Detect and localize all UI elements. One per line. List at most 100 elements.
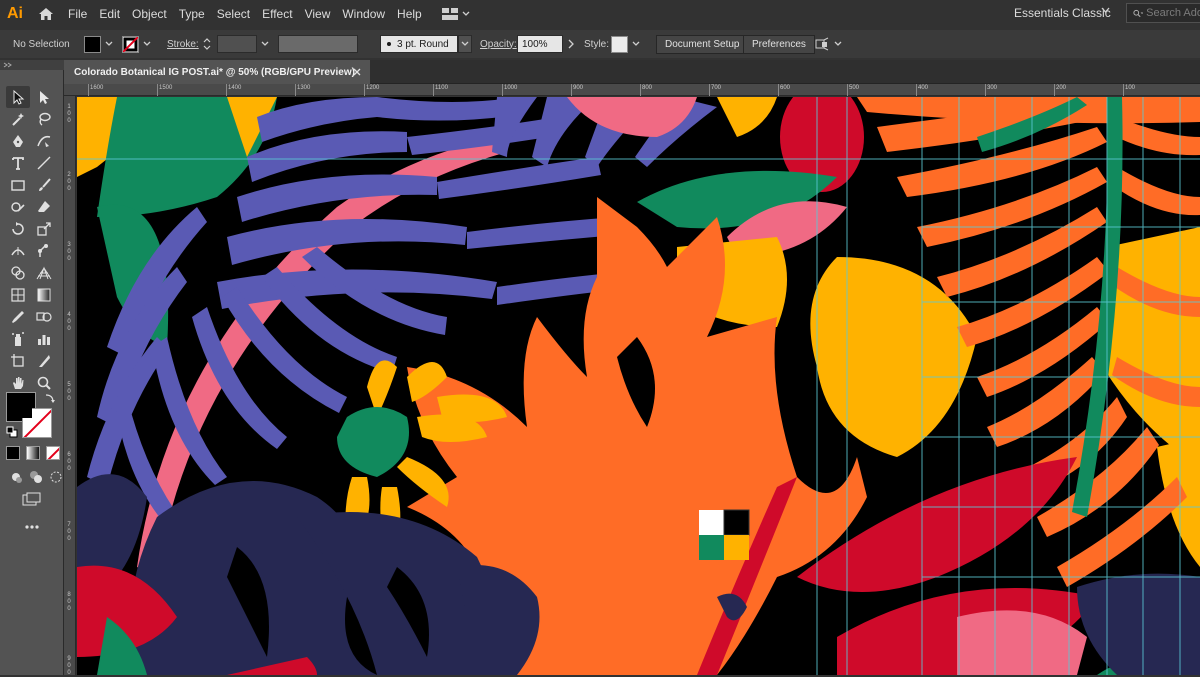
- rectangle-tool-icon[interactable]: [6, 174, 30, 196]
- ruler-label: 2 0 0: [67, 172, 71, 192]
- horizontal-ruler[interactable]: 1600 1500 1400 1300 1200 1100 1000 900 8…: [64, 84, 1200, 96]
- variable-width-input[interactable]: [278, 35, 358, 53]
- tools-grip[interactable]: [0, 60, 64, 70]
- graphic-style-control[interactable]: [611, 30, 640, 58]
- workspace-switcher[interactable]: Essentials Classic: [1014, 6, 1111, 20]
- document-tab-title: Colorado Botanical IG POST.ai* @ 50% (RG…: [74, 66, 355, 78]
- chevron-down-icon: [834, 41, 842, 46]
- opacity-label[interactable]: Opacity:: [480, 30, 517, 58]
- menu-edit[interactable]: Edit: [93, 0, 126, 28]
- gradient-mode-icon[interactable]: [26, 446, 40, 460]
- ruler-label: 8 0 0: [67, 592, 71, 612]
- menu-select[interactable]: Select: [211, 0, 256, 28]
- menu-file[interactable]: File: [62, 0, 93, 28]
- default-fill-stroke-icon[interactable]: [6, 426, 18, 441]
- menu-window[interactable]: Window: [336, 0, 391, 28]
- control-bar: No Selection Stroke: 3 pt. Round Opacity…: [0, 30, 1200, 58]
- ruler-label: 300: [987, 85, 998, 91]
- ruler-label: 4 0 0: [67, 312, 71, 332]
- ruler-label: 6 0 0: [67, 452, 71, 472]
- illustrator-logo: Ai: [7, 5, 23, 22]
- selection-tool-icon[interactable]: [6, 86, 30, 108]
- column-graph-tool-icon[interactable]: [32, 328, 56, 350]
- line-segment-tool-icon[interactable]: [32, 152, 56, 174]
- stroke-weight-field[interactable]: [217, 30, 271, 58]
- ruler-label: 1600: [90, 85, 104, 91]
- botanical-artwork: [77, 97, 1200, 675]
- close-tab-button[interactable]: [350, 65, 364, 79]
- perspective-grid-tool-icon[interactable]: [32, 262, 56, 284]
- puppet-warp-tool-icon[interactable]: [32, 240, 56, 262]
- fill-control[interactable]: [84, 30, 113, 58]
- fill-swatch[interactable]: [84, 35, 101, 53]
- document-setup-button[interactable]: Document Setup: [656, 34, 749, 54]
- menu-object[interactable]: Object: [126, 0, 173, 28]
- curvature-tool-icon[interactable]: [32, 130, 56, 152]
- stroke-weight-stepper[interactable]: [202, 30, 212, 58]
- search-input[interactable]: Search Ado: [1126, 3, 1200, 23]
- ruler-label: 1100: [435, 85, 448, 91]
- pen-tool-icon[interactable]: [6, 130, 30, 152]
- slice-tool-icon[interactable]: [32, 350, 56, 372]
- width-tool-icon[interactable]: [6, 240, 30, 262]
- opacity-input[interactable]: 100%: [517, 35, 563, 53]
- direct-selection-tool-icon[interactable]: [32, 86, 56, 108]
- scale-tool-icon[interactable]: [32, 218, 56, 240]
- ruler-label: 1500: [159, 85, 173, 91]
- ruler-label: 600: [780, 85, 791, 91]
- brush-dropdown[interactable]: [458, 35, 472, 53]
- screen-mode-icon[interactable]: [20, 488, 44, 510]
- blend-tool-icon[interactable]: [32, 306, 56, 328]
- document-tab[interactable]: Colorado Botanical IG POST.ai* @ 50% (RG…: [64, 60, 370, 84]
- transform-icon: [815, 37, 829, 51]
- mesh-tool-icon[interactable]: [6, 284, 30, 306]
- brush-dot-icon: [387, 42, 391, 46]
- vertical-ruler[interactable]: 1 0 0 2 0 0 3 0 0 4 0 0 5 0 0 6 0 0 7 0 …: [64, 96, 76, 676]
- rotate-tool-icon[interactable]: [6, 218, 30, 240]
- ruler-label: 1000: [504, 85, 518, 91]
- symbol-sprayer-tool-icon[interactable]: [6, 328, 30, 350]
- menu-view[interactable]: View: [299, 0, 337, 28]
- ruler-label: 9 0 0: [67, 656, 71, 676]
- none-mode-icon[interactable]: [46, 446, 60, 460]
- close-icon: [353, 68, 361, 76]
- chevron-down-icon: [461, 41, 469, 46]
- menu-bar: Ai File Edit Object Type Select Effect V…: [0, 0, 1200, 28]
- menu-type[interactable]: Type: [173, 0, 211, 28]
- zoom-tool-icon[interactable]: [32, 372, 56, 394]
- preferences-button[interactable]: Preferences: [743, 34, 815, 54]
- edit-toolbar-icon[interactable]: [20, 516, 44, 538]
- ruler-label: 500: [849, 85, 860, 91]
- ruler-label: 400: [918, 85, 929, 91]
- artboard-canvas[interactable]: [77, 97, 1200, 675]
- arrange-options[interactable]: [814, 30, 842, 58]
- opacity-field[interactable]: 100%: [517, 30, 577, 58]
- eraser-tool-icon[interactable]: [32, 196, 56, 218]
- stroke-weight-input[interactable]: [217, 35, 257, 53]
- lasso-tool-icon[interactable]: [32, 108, 56, 130]
- swap-fill-stroke-icon[interactable]: [44, 392, 56, 407]
- magic-wand-tool-icon[interactable]: [6, 108, 30, 130]
- ruler-label: 1 0 0: [67, 104, 71, 124]
- stroke-label[interactable]: Stroke:: [167, 30, 199, 58]
- eyedropper-tool-icon[interactable]: [6, 306, 30, 328]
- menu-effect[interactable]: Effect: [256, 0, 298, 28]
- hand-tool-icon[interactable]: [6, 372, 30, 394]
- arrange-documents-button[interactable]: [441, 8, 470, 20]
- chevron-down-icon[interactable]: [1101, 7, 1110, 14]
- paintbrush-tool-icon[interactable]: [32, 174, 56, 196]
- shape-builder-tool-icon[interactable]: [6, 262, 30, 284]
- gradient-tool-icon[interactable]: [32, 284, 56, 306]
- selection-status: No Selection: [13, 38, 70, 50]
- brush-definition[interactable]: 3 pt. Round: [380, 30, 472, 58]
- stroke-control[interactable]: [122, 30, 151, 58]
- type-tool-icon[interactable]: [6, 152, 30, 174]
- menu-help[interactable]: Help: [391, 0, 428, 28]
- home-icon[interactable]: [30, 0, 62, 28]
- stroke-none-swatch[interactable]: [122, 35, 139, 53]
- variable-width-profile[interactable]: [278, 30, 358, 58]
- color-mode-icon[interactable]: [6, 446, 20, 460]
- artboard-tool-icon[interactable]: [6, 350, 30, 372]
- graphic-style-swatch[interactable]: [611, 35, 628, 53]
- shaper-tool-icon[interactable]: [6, 196, 30, 218]
